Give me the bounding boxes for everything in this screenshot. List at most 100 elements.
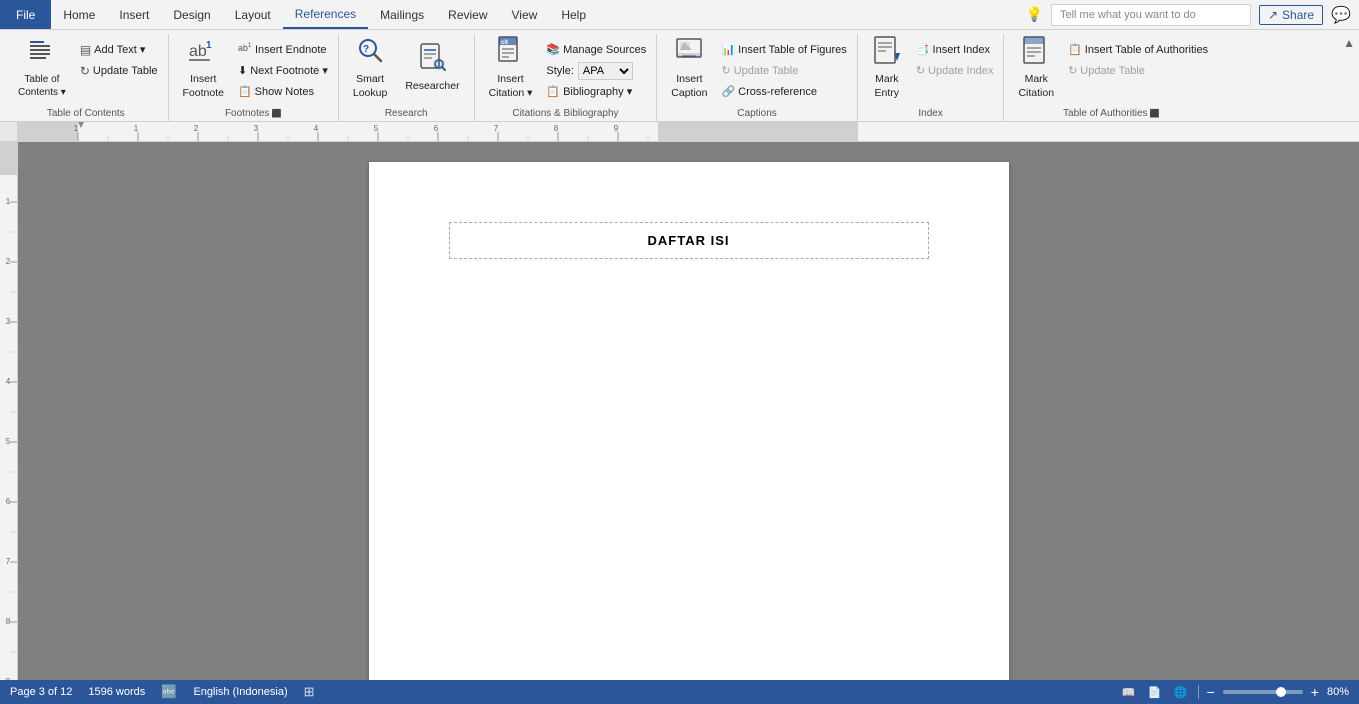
svg-text:1: 1	[74, 124, 79, 133]
insert-table-auth-label: Insert Table of Authorities	[1085, 44, 1208, 56]
svg-text:3: 3	[254, 124, 259, 133]
authorities-expand-icon[interactable]: ⬛	[1150, 109, 1160, 118]
insert-caption-button[interactable]: InsertCaption	[663, 36, 715, 100]
menu-view[interactable]: View	[500, 0, 550, 29]
researcher-button[interactable]: Researcher	[397, 36, 467, 100]
svg-text:8: 8	[6, 617, 11, 626]
menu-design[interactable]: Design	[161, 0, 222, 29]
style-select[interactable]: APA MLA Chicago	[578, 62, 633, 80]
update-index-button: ↻ Update Index	[912, 61, 998, 80]
insert-index-icon: 📑	[916, 43, 930, 56]
insert-table-auth-button[interactable]: 📋 Insert Table of Authorities	[1064, 40, 1212, 59]
mark-citation-icon	[1021, 35, 1051, 70]
smart-lookup-button[interactable]: ? SmartLookup	[345, 36, 395, 100]
bibliography-label: Bibliography ▾	[563, 85, 632, 98]
tof-icon: 📊	[721, 43, 735, 56]
menu-help[interactable]: Help	[549, 0, 598, 29]
mark-entry-button[interactable]: MarkEntry	[864, 36, 910, 100]
cross-reference-icon: 🔗	[721, 85, 735, 98]
main-area: 1 2 3 4 5 6 7 8 9	[0, 142, 1359, 680]
insert-table-of-figures-button[interactable]: 📊 Insert Table of Figures	[717, 40, 850, 59]
cross-reference-button[interactable]: 🔗 Cross-reference	[717, 82, 850, 101]
menu-references[interactable]: References	[283, 0, 368, 29]
style-label-text: Style:	[546, 65, 574, 77]
menu-layout[interactable]: Layout	[223, 0, 283, 29]
macro-icon[interactable]: ⊞	[304, 684, 315, 700]
next-footnote-button[interactable]: ⬇ Next Footnote ▾	[234, 61, 332, 80]
ribbon-group-index: MarkEntry 📑 Insert Index ↻ Update Index …	[858, 34, 1005, 122]
style-selector[interactable]: Style: APA MLA Chicago	[542, 61, 650, 80]
zoom-slider[interactable]	[1223, 690, 1303, 694]
svg-text:7: 7	[6, 557, 11, 566]
table-of-contents-button[interactable]: Table ofContents ▾	[10, 36, 74, 100]
ribbon-group-footnotes: ab 1 InsertFootnote ab 1 Insert Endnot	[169, 34, 339, 122]
index-group-content: MarkEntry 📑 Insert Index ↻ Update Index	[864, 34, 998, 106]
menu-home[interactable]: Home	[51, 0, 107, 29]
toc-group-label-text: Table of Contents	[47, 108, 125, 119]
captions-group-label-text: Captions	[737, 108, 776, 119]
share-icon: ↗	[1268, 8, 1278, 22]
web-view-icon[interactable]: 🌐	[1172, 683, 1190, 701]
search-box[interactable]: Tell me what you want to do	[1051, 4, 1251, 26]
toc-icon	[28, 37, 56, 70]
update-table-cap-button: ↻ Update Table	[717, 61, 850, 80]
update-table-icon: ↻	[80, 64, 90, 78]
svg-text:ab: ab	[238, 43, 248, 53]
read-view-icon[interactable]: 📖	[1120, 683, 1138, 701]
print-view-icon[interactable]: 📄	[1146, 683, 1164, 701]
insert-citation-icon: cit	[495, 35, 525, 70]
manage-sources-button[interactable]: 📚 Manage Sources	[542, 40, 650, 59]
insert-endnote-button[interactable]: ab 1 Insert Endnote	[234, 40, 332, 59]
svg-text:?: ?	[363, 44, 369, 55]
update-table-button[interactable]: ↻ Update Table	[76, 61, 162, 80]
menu-mailings[interactable]: Mailings	[368, 0, 436, 29]
svg-text:8: 8	[554, 124, 559, 133]
document-area[interactable]: DAFTAR ISI	[18, 142, 1359, 680]
zoom-in-icon[interactable]: +	[1311, 684, 1319, 700]
insert-endnote-label: Insert Endnote	[255, 44, 327, 56]
document-page[interactable]: DAFTAR ISI	[369, 162, 1009, 680]
svg-text:2: 2	[194, 124, 199, 133]
daftar-isi-box[interactable]: DAFTAR ISI	[449, 222, 929, 259]
add-text-icon: ▤	[80, 43, 91, 57]
ribbon-group-research: ? SmartLookup Resea	[339, 34, 475, 122]
track-changes-icon[interactable]: 🔤	[161, 684, 177, 700]
update-table-cap-label: Update Table	[734, 65, 799, 77]
ribbon-collapse[interactable]: ▲	[1343, 34, 1355, 121]
insert-caption-icon	[674, 35, 704, 70]
page-info[interactable]: Page 3 of 12	[10, 686, 72, 698]
zoom-out-icon[interactable]: −	[1207, 684, 1215, 700]
svg-text:4: 4	[6, 377, 11, 386]
comment-icon[interactable]: 💬	[1331, 5, 1351, 25]
insert-index-label: Insert Index	[933, 44, 990, 56]
svg-text:1: 1	[206, 40, 212, 51]
show-notes-button[interactable]: 📋 Show Notes	[234, 82, 332, 101]
menu-insert[interactable]: Insert	[107, 0, 161, 29]
mark-citation-button[interactable]: MarkCitation	[1010, 36, 1062, 100]
word-count[interactable]: 1596 words	[88, 686, 145, 698]
index-small-buttons: 📑 Insert Index ↻ Update Index	[912, 40, 998, 80]
authorities-group-content: MarkCitation 📋 Insert Table of Authoriti…	[1010, 34, 1212, 106]
footnotes-expand-icon[interactable]: ⬛	[271, 109, 281, 118]
footnote-icon: ab 1	[188, 36, 218, 70]
authorities-small-buttons: 📋 Insert Table of Authorities ↻ Update T…	[1064, 40, 1212, 80]
bibliography-button[interactable]: 📋 Bibliography ▾	[542, 82, 650, 101]
add-text-button[interactable]: ▤ Add Text ▾	[76, 40, 162, 59]
insert-index-button[interactable]: 📑 Insert Index	[912, 40, 998, 59]
researcher-icon	[417, 42, 447, 77]
insert-citation-button[interactable]: cit InsertCitation ▾	[481, 36, 541, 100]
svg-text:1: 1	[248, 43, 252, 49]
menu-file[interactable]: File	[0, 0, 51, 29]
menu-review[interactable]: Review	[436, 0, 499, 29]
menu-right: 💡 Tell me what you want to do ↗ Share 💬	[1026, 4, 1359, 26]
language[interactable]: English (Indonesia)	[193, 686, 287, 698]
ribbon-group-captions: InsertCaption 📊 Insert Table of Figures …	[657, 34, 858, 122]
zoom-level[interactable]: 80%	[1327, 686, 1349, 698]
share-button[interactable]: ↗ Share	[1259, 5, 1323, 25]
svg-text:3: 3	[6, 317, 11, 326]
share-label: Share	[1282, 8, 1314, 22]
captions-group-content: InsertCaption 📊 Insert Table of Figures …	[663, 34, 851, 106]
zoom-thumb	[1276, 687, 1286, 697]
toc-group-label: Table of Contents	[10, 106, 162, 122]
insert-footnote-button[interactable]: ab 1 InsertFootnote	[175, 36, 232, 100]
